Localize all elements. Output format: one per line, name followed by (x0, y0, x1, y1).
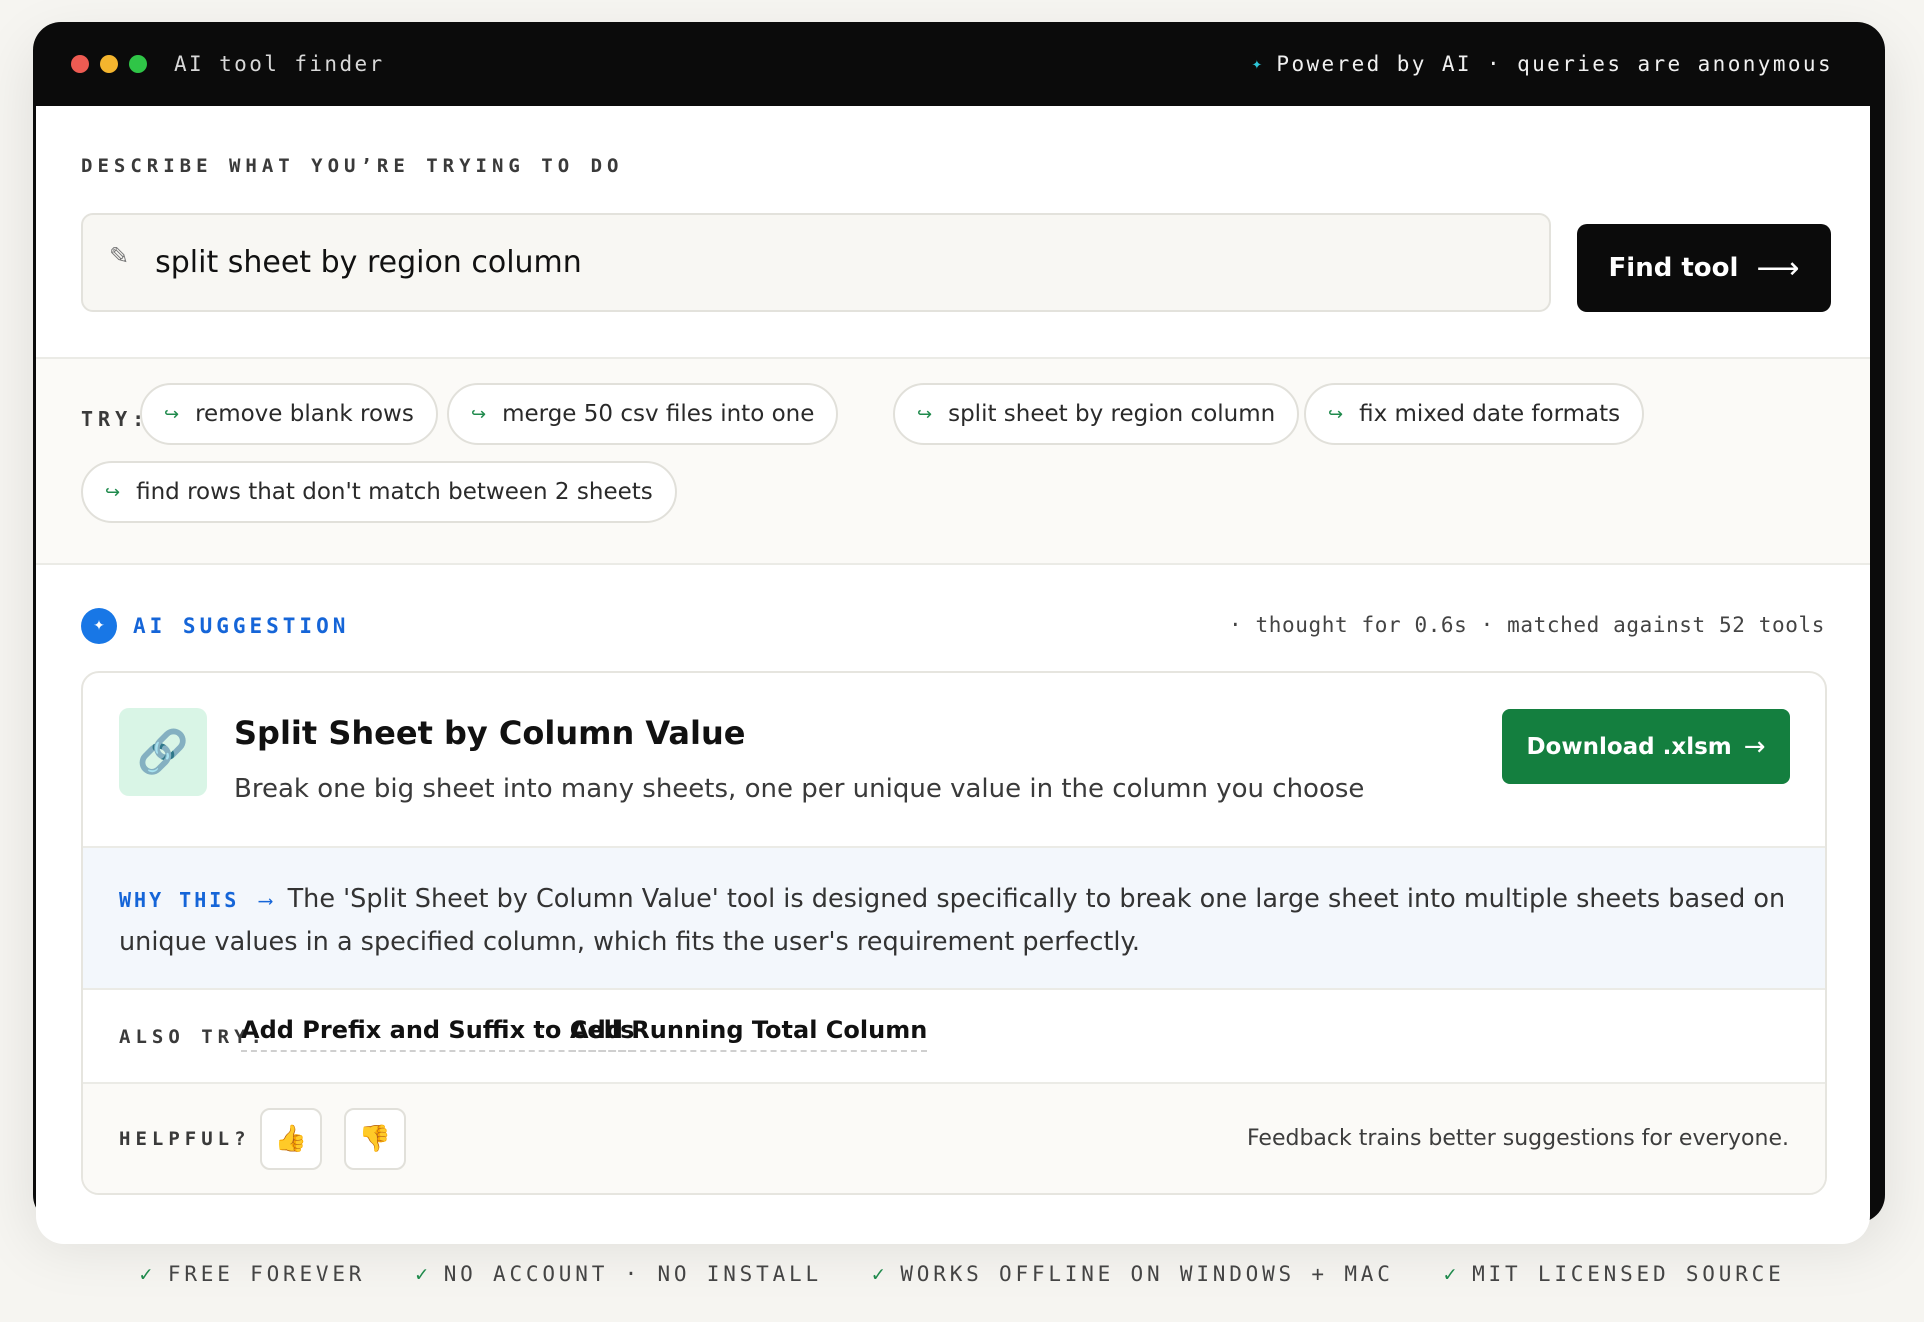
close-window-button[interactable] (71, 55, 89, 73)
tool-row: 🔗 Split Sheet by Column Value Break one … (83, 673, 1825, 848)
search-box[interactable]: ✎ (81, 213, 1551, 312)
thumbs-up-button[interactable]: 👍 (260, 1108, 322, 1170)
suggestion-card: 🔗 Split Sheet by Column Value Break one … (81, 671, 1827, 1195)
return-arrow-icon: ↪ (164, 403, 180, 425)
try-section: TRY: ↪ remove blank rows ↪ merge 50 csv … (36, 359, 1870, 565)
maximize-window-button[interactable] (129, 55, 147, 73)
also-try-link[interactable]: Add Running Total Column (570, 1016, 928, 1052)
footer-features: ✓ FREE FOREVER ✓ NO ACCOUNT · NO INSTALL ✓… (0, 1262, 1924, 1286)
arrow-right-icon: ⟶ (259, 888, 272, 912)
feedback-note: Feedback trains better suggestions for e… (1246, 1126, 1789, 1151)
sparkle-badge-icon: ✦ (81, 608, 117, 644)
feature-label: WORKS OFFLINE ON WINDOWS + MAC (900, 1262, 1394, 1286)
why-this-label: WHY THIS (119, 888, 240, 912)
thumbs-up-icon: 👍 (274, 1124, 308, 1154)
ai-suggestion-label: AI SUGGESTION (133, 614, 350, 638)
suggestion-chip[interactable]: ↪ fix mixed date formats (1304, 383, 1645, 445)
feature-item: ✓ FREE FOREVER (139, 1262, 365, 1286)
sparkle-icon: ✦ (1251, 54, 1265, 74)
find-tool-label: Find tool (1608, 253, 1739, 283)
return-arrow-icon: ↪ (105, 481, 121, 503)
return-arrow-icon: ↪ (1328, 403, 1344, 425)
chip-label: remove blank rows (195, 401, 414, 427)
check-icon: ✓ (415, 1262, 432, 1286)
title-bar: AI tool finder ✦ Powered by AI · queries… (33, 22, 1871, 106)
feature-label: MIT LICENSED SOURCE (1472, 1262, 1785, 1286)
suggestion-chip[interactable]: ↪ split sheet by region column (893, 383, 1300, 445)
arrow-right-icon: ⟶ (1756, 250, 1800, 286)
check-icon: ✓ (871, 1262, 889, 1286)
window-title: AI tool finder (174, 52, 385, 76)
chip-label: fix mixed date formats (1359, 401, 1621, 427)
thumbs-down-button[interactable]: 👎 (344, 1108, 406, 1170)
also-try-row: ALSO TRY: Add Prefix and Suffix to Cells… (83, 990, 1825, 1084)
main-panel: DESCRIBE WHAT YOU’RE TRYING TO DO ✎ Find… (36, 106, 1870, 1244)
minimize-window-button[interactable] (100, 55, 118, 73)
chip-label: merge 50 csv files into one (502, 401, 815, 427)
search-input[interactable] (155, 245, 1456, 280)
link-icon: 🔗 (119, 708, 207, 796)
status-indicator: ✦ Powered by AI · queries are anonymous (1252, 52, 1833, 76)
pencil-icon: ✎ (109, 241, 130, 270)
ai-suggestion-header: ✦ AI SUGGESTION (81, 608, 349, 644)
why-this-box: WHY THIS ⟶ The 'Split Sheet by Column Va… (83, 848, 1825, 990)
suggestion-chip[interactable]: ↪ remove blank rows (140, 383, 438, 445)
feature-item: ✓ NO ACCOUNT · NO INSTALL (415, 1262, 822, 1286)
thumbs-down-icon: 👎 (358, 1124, 392, 1154)
suggestion-chip[interactable]: ↪ merge 50 csv files into one (447, 383, 839, 445)
helpful-row: HELPFUL? 👍 👎 Feedback trains better sugg… (83, 1084, 1825, 1193)
arrow-right-icon: → (1743, 731, 1766, 762)
return-arrow-icon: ↪ (471, 403, 487, 425)
try-label: TRY: (81, 407, 150, 431)
describe-label: DESCRIBE WHAT YOU’RE TRYING TO DO (81, 155, 624, 177)
separator-dot: · (539, 1019, 545, 1040)
feature-item: ✓ WORKS OFFLINE ON WINDOWS + MAC (872, 1262, 1394, 1286)
download-label: Download .xlsm (1526, 733, 1732, 760)
feature-label: FREE FOREVER (167, 1262, 366, 1286)
chip-label: find rows that don't match between 2 she… (136, 479, 653, 505)
tool-title: Split Sheet by Column Value (234, 714, 746, 752)
ai-meta: · thought for 0.6s · matched against 52 … (1229, 613, 1825, 637)
helpful-label: HELPFUL? (119, 1128, 251, 1150)
app-window: AI tool finder ✦ Powered by AI · queries… (33, 22, 1885, 1244)
download-button[interactable]: Download .xlsm → (1502, 709, 1790, 784)
find-tool-button[interactable]: Find tool ⟶ (1577, 224, 1831, 312)
check-icon: ✓ (1443, 1262, 1461, 1286)
suggestion-chip[interactable]: ↪ find rows that don't match between 2 s… (81, 461, 677, 523)
feature-item: ✓ MIT LICENSED SOURCE (1444, 1262, 1785, 1286)
chip-label: split sheet by region column (948, 401, 1276, 427)
describe-section: DESCRIBE WHAT YOU’RE TRYING TO DO ✎ Find… (36, 106, 1870, 359)
why-this-text: The 'Split Sheet by Column Value' tool i… (119, 884, 1786, 957)
tool-description: Break one big sheet into many sheets, on… (234, 774, 1365, 804)
status-text: Powered by AI · queries are anonymous (1276, 52, 1833, 76)
return-arrow-icon: ↪ (917, 403, 933, 425)
feature-label: NO ACCOUNT · NO INSTALL (443, 1262, 822, 1286)
check-icon: ✓ (139, 1262, 156, 1286)
